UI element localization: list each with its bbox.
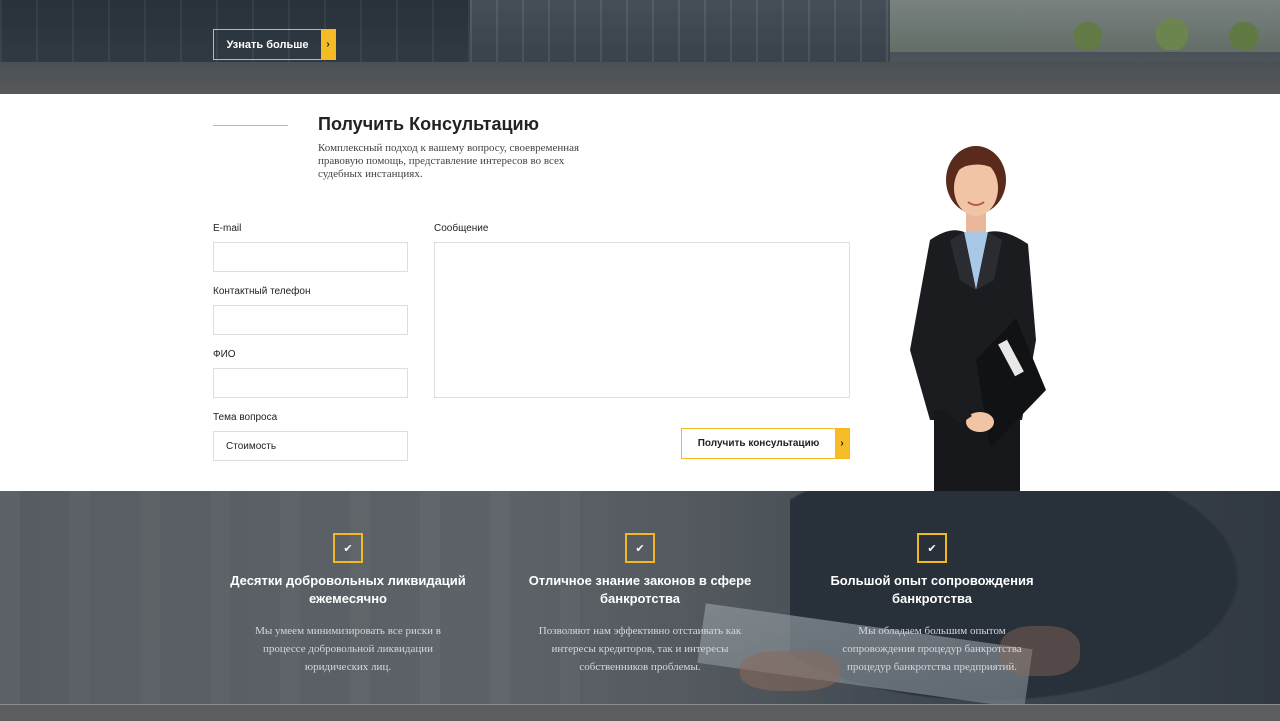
features-band: ✔ Десятки добровольных ликвидаций ежемес… bbox=[0, 491, 1280, 704]
chevron-right-icon: › bbox=[321, 30, 335, 59]
businesswoman-photo bbox=[910, 146, 1046, 491]
email-label: E-mail bbox=[213, 223, 242, 234]
feature-text: Позволяют нам эффективно отстаивать как … bbox=[538, 625, 742, 673]
feature-card: ✔ Отличное знание законов в сфере банкро… bbox=[510, 533, 770, 676]
check-icon: ✔ bbox=[625, 533, 655, 563]
submit-consultation-button[interactable]: Получить консультацию › bbox=[681, 428, 850, 459]
message-textarea[interactable] bbox=[434, 242, 850, 398]
feature-card: ✔ Десятки добровольных ликвидаций ежемес… bbox=[218, 533, 478, 676]
topic-selected-value: Стоимость bbox=[226, 440, 277, 452]
section-title: Получить Консультацию bbox=[318, 114, 539, 134]
feature-title: Большой опыт сопровождения банкротства bbox=[830, 573, 1034, 606]
message-label: Сообщение bbox=[434, 223, 489, 234]
phone-label: Контактный телефон bbox=[213, 286, 311, 297]
feature-text: Мы обладаем большим опытом сопровождения… bbox=[842, 625, 1022, 673]
name-field[interactable] bbox=[213, 368, 408, 398]
submit-label: Получить консультацию bbox=[697, 438, 820, 449]
learn-more-button[interactable]: Узнать больше › bbox=[213, 29, 336, 60]
check-icon: ✔ bbox=[917, 533, 947, 563]
hero-banner: Узнать больше › bbox=[0, 0, 1280, 94]
feature-title: Отличное знание законов в сфере банкротс… bbox=[528, 573, 752, 606]
phone-field[interactable] bbox=[213, 305, 408, 335]
email-field[interactable] bbox=[213, 242, 408, 272]
hero-shade bbox=[0, 0, 1280, 94]
footer-bar bbox=[0, 704, 1280, 721]
section-description: Комплексный подход к вашему вопросу, сво… bbox=[318, 142, 580, 180]
feature-card: ✔ Большой опыт сопровождения банкротства… bbox=[802, 533, 1062, 676]
feature-text: Мы умеем минимизировать все риски в проц… bbox=[255, 625, 441, 673]
accent-line bbox=[213, 125, 288, 126]
topic-label: Тема вопроса bbox=[213, 412, 278, 423]
topic-select[interactable]: Стоимость bbox=[213, 431, 408, 461]
check-icon: ✔ bbox=[333, 533, 363, 563]
feature-title: Десятки добровольных ликвидаций ежемесяч… bbox=[230, 573, 466, 606]
name-label: ФИО bbox=[213, 349, 236, 360]
learn-more-label: Узнать больше bbox=[226, 38, 309, 51]
chevron-right-icon: › bbox=[835, 429, 849, 458]
